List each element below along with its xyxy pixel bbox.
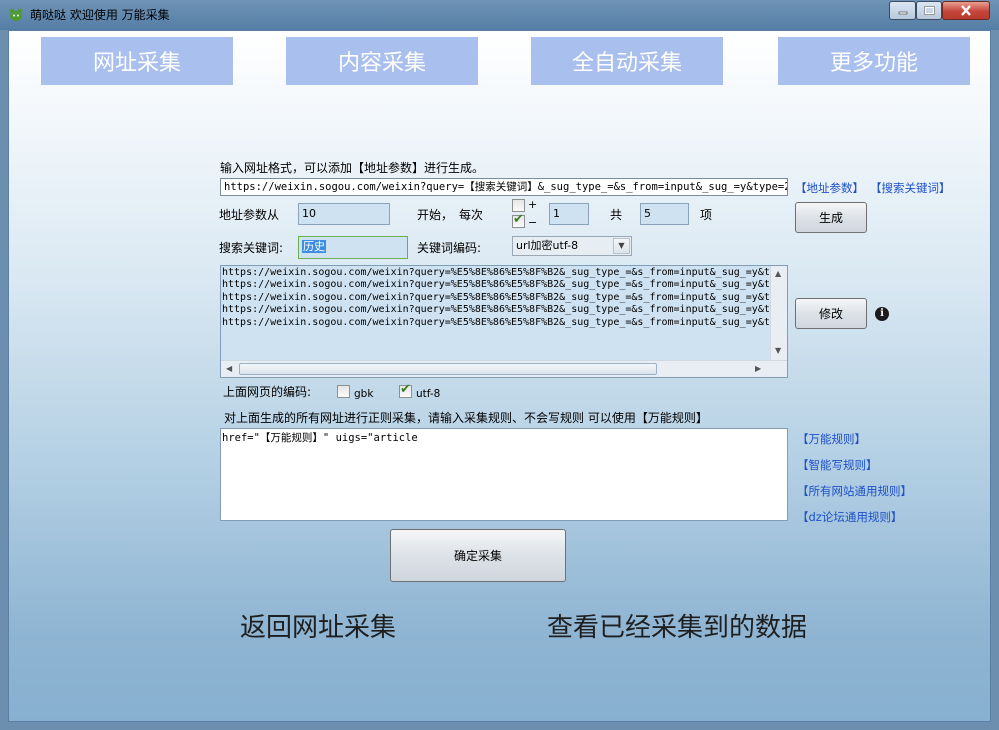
utf8-label: utf-8 xyxy=(416,388,441,400)
item-label: 项 xyxy=(700,208,713,222)
minimize-icon xyxy=(898,11,907,14)
generated-url-line: https://weixin.sogou.com/weixin?query=%E… xyxy=(222,267,769,278)
rule-textarea[interactable]: href="【万能规则】" uigs="article xyxy=(220,428,788,521)
plus-checkbox[interactable] xyxy=(512,199,525,212)
step-input[interactable]: 1 xyxy=(549,203,589,225)
keyword-encoding-select[interactable]: url加密utf-8 ▼ xyxy=(512,236,632,256)
gbk-checkbox[interactable] xyxy=(337,385,350,398)
confirm-collect-button[interactable]: 确定采集 xyxy=(390,529,566,582)
tab-content-collect[interactable]: 内容采集 xyxy=(286,37,478,85)
scroll-down-icon[interactable]: ▼ xyxy=(775,346,781,356)
keyword-input[interactable]: 历史 xyxy=(298,236,408,259)
view-collected-data-link[interactable]: 查看已经采集到的数据 xyxy=(547,607,807,644)
generated-url-line: https://weixin.sogou.com/weixin?query=%E… xyxy=(222,291,769,303)
generated-urls-list: https://weixin.sogou.com/weixin?query=%E… xyxy=(221,266,769,360)
generate-button[interactable]: 生成 xyxy=(795,202,867,233)
vertical-scrollbar[interactable]: ▲ ▼ xyxy=(770,266,787,360)
app-window: 萌哒哒 欢迎使用 万能采集 网址采集 内容采集 全自动采集 更多功能 输入网址格… xyxy=(0,0,999,730)
param-from-input[interactable]: 10 xyxy=(298,203,390,225)
scroll-left-icon[interactable]: ◀ xyxy=(226,364,232,374)
checkmark-icon: ✔ xyxy=(400,382,411,397)
start-label: 开始， xyxy=(417,208,454,222)
total-input[interactable]: 5 xyxy=(640,203,689,225)
each-label: 每次 xyxy=(459,208,484,222)
info-icon[interactable]: i xyxy=(875,307,889,321)
close-button[interactable] xyxy=(942,1,990,20)
tab-more-features[interactable]: 更多功能 xyxy=(778,37,970,85)
page-encoding-label: 上面网页的编码: xyxy=(223,385,312,399)
rule-instruction-label: 对上面生成的所有网址进行正则采集，请输入采集规则、不会写规则 可以使用【万能规则… xyxy=(224,411,708,425)
param-from-label: 地址参数从 xyxy=(219,208,280,222)
tab-auto-collect[interactable]: 全自动采集 xyxy=(531,37,723,85)
window-title: 萌哒哒 欢迎使用 万能采集 xyxy=(30,8,170,22)
maximize-button[interactable] xyxy=(916,1,942,20)
utf8-checkbox[interactable]: ✔ xyxy=(399,382,412,398)
total-label: 共 xyxy=(610,208,623,222)
url-template-input[interactable]: https://weixin.sogou.com/weixin?query=【搜… xyxy=(220,178,788,196)
main-panel: 网址采集 内容采集 全自动采集 更多功能 输入网址格式，可以添加【地址参数】进行… xyxy=(8,30,991,722)
gbk-label: gbk xyxy=(354,388,374,400)
generated-urls-textarea[interactable]: https://weixin.sogou.com/weixin?query=%E… xyxy=(220,265,788,378)
tab-url-collect[interactable]: 网址采集 xyxy=(41,37,233,85)
back-to-url-collect-link[interactable]: 返回网址采集 xyxy=(240,607,396,644)
modify-button[interactable]: 修改 xyxy=(795,298,867,329)
keyword-label: 搜索关键词: xyxy=(219,241,284,255)
scroll-right-icon[interactable]: ▶ xyxy=(755,364,761,374)
keyword-encoding-label: 关键词编码: xyxy=(417,241,482,255)
url-format-label: 输入网址格式，可以添加【地址参数】进行生成。 xyxy=(220,161,485,175)
dz-forum-rule-link[interactable]: 【dz论坛通用规则】 xyxy=(797,509,902,525)
title-bar[interactable]: 萌哒哒 欢迎使用 万能采集 xyxy=(0,0,999,30)
horizontal-scrollbar[interactable]: ◀ ▶ xyxy=(221,360,787,377)
minus-checkbox[interactable]: ✔ xyxy=(512,212,525,228)
address-param-link[interactable]: 【地址参数】 xyxy=(795,180,864,196)
generated-url-line: https://weixin.sogou.com/weixin?query=%E… xyxy=(222,304,769,316)
smart-rule-link[interactable]: 【智能写规则】 xyxy=(797,457,878,473)
app-logo-icon xyxy=(9,8,23,21)
plus-label: + xyxy=(528,198,538,211)
close-icon xyxy=(961,5,971,16)
scroll-up-icon[interactable]: ▲ xyxy=(775,269,781,279)
chevron-down-icon: ▼ xyxy=(613,238,630,254)
checkmark-icon: ✔ xyxy=(513,212,524,227)
universal-rule-link[interactable]: 【万能规则】 xyxy=(797,431,866,447)
horizontal-scroll-thumb[interactable] xyxy=(239,363,657,375)
keyword-selected-text: 历史 xyxy=(302,240,326,253)
minimize-button[interactable] xyxy=(889,1,916,20)
search-keyword-link[interactable]: 【搜索关键词】 xyxy=(870,180,951,196)
all-sites-rule-link[interactable]: 【所有网站通用规则】 xyxy=(797,483,912,499)
minus-label: − xyxy=(528,216,538,229)
maximize-icon xyxy=(923,6,935,15)
generated-url-line: https://weixin.sogou.com/weixin?query=%E… xyxy=(222,316,769,328)
generated-url-line: https://weixin.sogou.com/weixin?query=%E… xyxy=(222,279,769,291)
keyword-encoding-value: url加密utf-8 xyxy=(516,239,579,252)
